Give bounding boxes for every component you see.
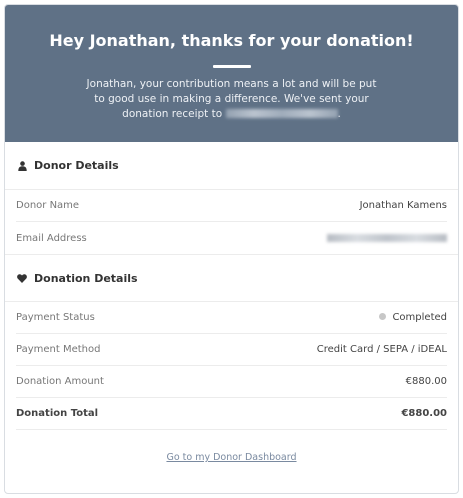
payment-method-row: Payment Method Credit Card / SEPA / iDEA… [16, 334, 447, 366]
redacted-email [225, 109, 338, 118]
email-address-value-redacted [327, 234, 447, 242]
donation-confirmation-card: Hey Jonathan, thanks for your donation! … [4, 4, 459, 494]
thank-you-message-end: . [337, 108, 341, 120]
status-dot-icon [379, 313, 387, 320]
thank-you-message: Jonathan, your contribution means a lot … [87, 77, 377, 122]
donation-total-row: Donation Total €880.00 [16, 398, 447, 430]
thank-you-title: Hey Jonathan, thanks for your donation! [49, 31, 414, 50]
email-address-row: Email Address [16, 222, 447, 254]
donation-details-list: Payment Status Completed Payment Method … [5, 302, 458, 430]
payment-status-text: Completed [392, 312, 447, 323]
donation-total-value: €880.00 [401, 408, 447, 419]
payment-status-row: Payment Status Completed [16, 302, 447, 334]
donor-name-label: Donor Name [16, 200, 80, 211]
donor-name-value: Jonathan Kamens [359, 200, 447, 211]
user-icon [16, 160, 28, 172]
payment-method-label: Payment Method [16, 344, 101, 355]
heart-icon [16, 272, 28, 284]
donation-amount-label: Donation Amount [16, 376, 104, 387]
donation-details-title: Donation Details [34, 271, 138, 285]
donor-details-list: Donor Name Jonathan Kamens Email Address [5, 190, 458, 254]
payment-status-label: Payment Status [16, 312, 95, 323]
donation-total-label: Donation Total [16, 408, 99, 419]
payment-status-value: Completed [379, 312, 447, 323]
donation-amount-value: €880.00 [405, 376, 447, 387]
footer: Go to my Donor Dashboard [5, 430, 458, 464]
donation-details-heading: Donation Details [5, 254, 458, 302]
payment-method-value: Credit Card / SEPA / iDEAL [316, 344, 447, 355]
donor-details-heading: Donor Details [5, 142, 458, 190]
email-address-label: Email Address [16, 232, 87, 244]
donor-details-title: Donor Details [34, 159, 119, 172]
title-divider [212, 65, 251, 68]
donation-amount-row: Donation Amount €880.00 [16, 366, 447, 398]
donor-name-row: Donor Name Jonathan Kamens [16, 190, 447, 222]
donor-dashboard-link[interactable]: Go to my Donor Dashboard [166, 452, 296, 463]
thank-you-header: Hey Jonathan, thanks for your donation! … [5, 5, 458, 142]
